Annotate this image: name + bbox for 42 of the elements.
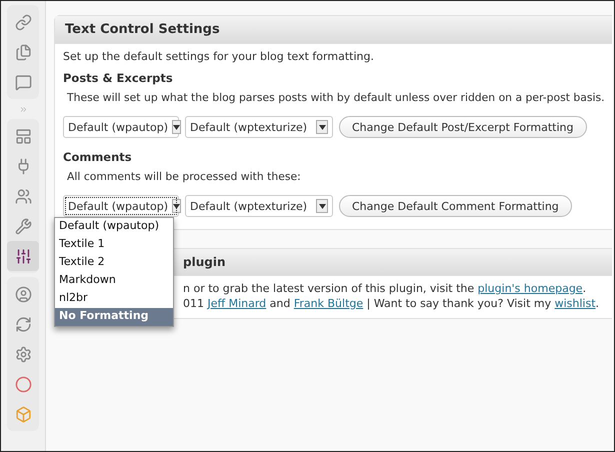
change-formatting-button[interactable]: Change Default Post/Excerpt Formatting [339, 116, 587, 138]
comment-icon [14, 74, 32, 90]
caret-icon [316, 120, 328, 134]
panel-title: Text Control Settings [55, 16, 612, 44]
dashboard-icon [14, 128, 32, 144]
dropdown-option[interactable]: No Formatting [55, 308, 173, 326]
link-icon [14, 14, 32, 30]
intro-text: Set up the default settings for your blog text formatting. [63, 50, 375, 63]
section-description: All comments will be processed with these: [66, 170, 302, 183]
caret-icon [172, 120, 181, 134]
sidebar-item[interactable] [7, 241, 39, 271]
dropdown-option[interactable]: Textile 1 [55, 236, 173, 254]
tools-icon [14, 218, 32, 234]
texturize-select[interactable]: Default (wptexturize) [185, 195, 333, 217]
format-select[interactable]: Default (wpautop) [63, 116, 179, 138]
refresh-icon [14, 316, 32, 332]
link[interactable]: plugin's homepage [478, 282, 583, 295]
dropdown-option[interactable]: Default (wpautop) [55, 218, 173, 236]
dropdown-option[interactable]: Markdown [55, 272, 173, 290]
credits-text: n or to grab the latest version of this plugin, visit the plugin's homepage. [183, 282, 588, 295]
credits-text: 011 Jeff Minard and Frank Bültge | Want to say thank you? Visit my wishlist. [183, 297, 600, 310]
caret-icon [316, 199, 328, 213]
users-icon [14, 188, 32, 204]
expand-icon[interactable] [18, 104, 28, 114]
format-select[interactable]: Default (wpautop) [63, 195, 179, 217]
dot-icon [14, 376, 32, 392]
caret-icon [172, 199, 181, 213]
avatar-icon [14, 286, 32, 302]
section-heading: Posts & Excerpts [63, 71, 174, 85]
box-icon [14, 406, 32, 422]
link[interactable]: Frank Bültge [294, 297, 364, 310]
dropdown-option[interactable]: nl2br [55, 290, 173, 308]
texturize-select[interactable]: Default (wptexturize) [185, 116, 333, 138]
sliders-icon [14, 248, 32, 264]
link[interactable]: Jeff Minard [208, 297, 266, 310]
dropdown-option[interactable]: Textile 2 [55, 254, 173, 272]
section-heading: Comments [63, 150, 133, 164]
link[interactable]: wishlist [554, 297, 596, 310]
pages-icon [14, 44, 32, 60]
change-formatting-button[interactable]: Change Default Comment Formatting [339, 195, 572, 217]
section-description: These will set up what the blog parses posts with by default unless over ridden on a per-post basis. [66, 91, 606, 104]
settings-icon [14, 346, 32, 362]
